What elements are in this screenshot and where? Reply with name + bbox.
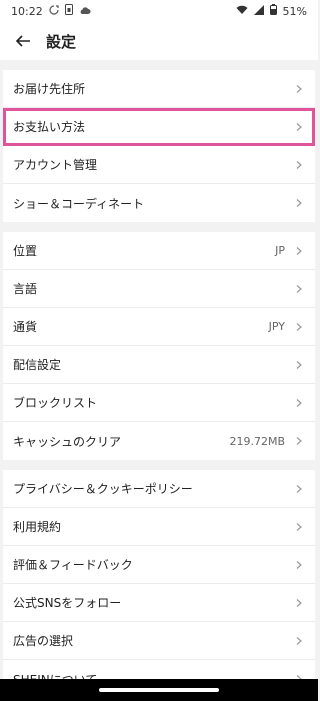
shipping-address-row[interactable]: お届け先住所 — [3, 70, 315, 108]
terms-row[interactable]: 利用規約 — [3, 508, 315, 546]
chevron-right-icon — [296, 84, 302, 93]
currency-row[interactable]: 通貨 JPY — [3, 308, 315, 346]
ad-choices-row[interactable]: 広告の選択 — [3, 622, 315, 660]
chevron-right-icon — [296, 322, 302, 331]
status-time: 10:22 — [11, 4, 43, 18]
notification-settings-row[interactable]: 配信設定 — [3, 346, 315, 384]
chevron-right-icon — [296, 522, 302, 531]
section-gap — [0, 460, 318, 470]
chevron-right-icon — [296, 199, 302, 207]
block-list-row[interactable]: ブロックリスト — [3, 384, 315, 422]
home-gesture-handle[interactable] — [99, 688, 219, 692]
wifi-icon — [236, 5, 248, 18]
chevron-right-icon — [296, 560, 302, 569]
chevron-right-icon — [296, 598, 302, 607]
privacy-policy-row[interactable]: プライバシー＆クッキーポリシー — [3, 470, 315, 508]
section-gap — [0, 222, 318, 232]
chevron-right-icon — [296, 360, 302, 369]
page-title: 設定 — [46, 32, 77, 51]
row-label: 利用規約 — [13, 520, 62, 534]
info-section: プライバシー＆クッキーポリシー 利用規約 評価＆フィードバック 公式SNSをフォ… — [3, 470, 315, 698]
chevron-right-icon — [296, 636, 302, 645]
row-label: アカウント管理 — [13, 158, 98, 172]
row-label: 位置 — [13, 244, 38, 258]
back-button[interactable] — [12, 30, 34, 52]
account-management-row[interactable]: アカウント管理 — [3, 146, 315, 184]
row-label: 公式SNSをフォロー — [13, 596, 122, 610]
location-value: JP — [275, 244, 285, 257]
preferences-section: 位置 JP 言語 通貨 JPY 配信設定 ブロックリスト キャッシュのクリア 2… — [3, 232, 315, 460]
status-bar: 10:22 51% — [0, 0, 318, 22]
chevron-right-icon — [296, 484, 302, 493]
row-label: ブロックリスト — [13, 396, 98, 410]
battery-percent: 51% — [282, 4, 307, 18]
row-label: お届け先住所 — [13, 82, 86, 96]
sync-icon — [49, 4, 59, 18]
payment-method-row[interactable]: お支払い方法 — [3, 108, 315, 146]
chevron-right-icon — [296, 437, 302, 445]
follow-sns-row[interactable]: 公式SNSをフォロー — [3, 584, 315, 622]
row-label: お支払い方法 — [13, 120, 86, 134]
chevron-right-icon — [296, 284, 302, 293]
signal-icon — [253, 4, 264, 18]
row-label: 評価＆フィードバック — [13, 558, 133, 572]
location-row[interactable]: 位置 JP — [3, 232, 315, 270]
row-label: 言語 — [13, 282, 38, 296]
cloud-icon — [79, 5, 91, 18]
cache-size-value: 219.72MB — [229, 434, 285, 448]
row-label: プライバシー＆クッキーポリシー — [13, 482, 193, 496]
row-label: 配信設定 — [13, 358, 62, 372]
sim-icon — [64, 4, 73, 18]
row-label: ショー＆コーディネート — [13, 196, 145, 211]
row-label: キャッシュのクリア — [13, 434, 122, 449]
feedback-row[interactable]: 評価＆フィードバック — [3, 546, 315, 584]
chevron-right-icon — [296, 160, 302, 169]
account-section: お届け先住所 お支払い方法 アカウント管理 ショー＆コーディネート — [3, 70, 315, 222]
row-label: 広告の選択 — [13, 634, 74, 648]
back-arrow-icon — [15, 35, 30, 47]
row-label: 通貨 — [13, 320, 38, 334]
chevron-right-icon — [296, 398, 302, 407]
currency-value: JPY — [268, 320, 285, 333]
language-row[interactable]: 言語 — [3, 270, 315, 308]
app-bar: 設定 — [0, 22, 318, 60]
system-nav-bar — [0, 679, 318, 701]
clear-cache-row[interactable]: キャッシュのクリア 219.72MB — [3, 422, 315, 460]
battery-icon — [269, 4, 277, 18]
show-coordinate-row[interactable]: ショー＆コーディネート — [3, 184, 315, 222]
section-gap — [0, 60, 318, 70]
chevron-right-icon — [296, 122, 302, 131]
chevron-right-icon — [296, 246, 302, 255]
